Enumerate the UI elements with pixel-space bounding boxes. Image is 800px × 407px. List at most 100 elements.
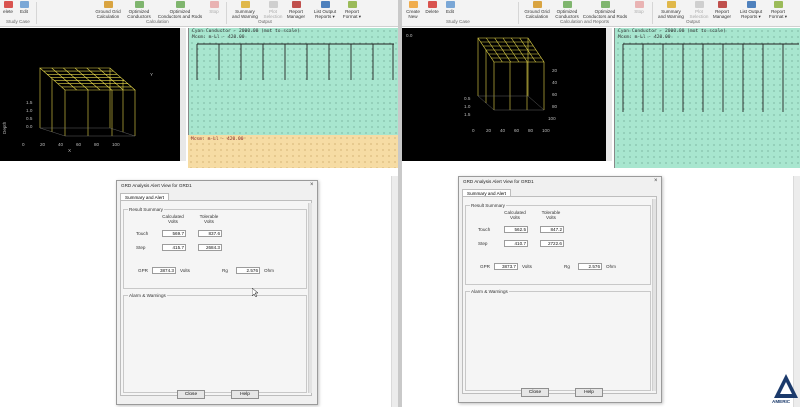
optimized-conductors-rods-button[interactable]: Optimized Conductors and Rods <box>580 1 630 19</box>
delete-button[interactable]: elete <box>0 1 16 14</box>
alarm-warnings-legend: Alarm & Warnings <box>470 289 509 294</box>
group-label-calculation: Calculation <box>146 19 169 24</box>
dialog-title: GRD Analysis Alert View for GRD1 <box>463 179 534 184</box>
gpr-value: 3873.7 <box>494 263 518 270</box>
close-button[interactable]: Close <box>521 388 549 397</box>
depth-axis-label: Depth <box>2 121 7 134</box>
group-label-study-case: Study Case <box>446 19 470 24</box>
grid-3d-plot: 0.0 0.5 1.0 1.5 20 40 60 80 100 0 20 40 … <box>406 33 558 133</box>
x-tick: 100 <box>112 142 120 147</box>
touch-calculated-value: 562.5 <box>504 226 528 233</box>
report-manager-button[interactable]: Report Manager <box>284 1 308 19</box>
rg-label: Rg <box>222 268 228 273</box>
plan-lower-header: Mcsm: m-Ll - 420.00 <box>191 137 244 142</box>
ground-grid-calculation-button[interactable]: Ground Grid Calculation <box>520 1 554 19</box>
y-tick: 20 <box>552 68 558 73</box>
touch-tolerable-value: 847.2 <box>540 226 564 233</box>
view3d-scrollbar[interactable] <box>606 28 612 161</box>
step-calculated-value: 410.7 <box>504 240 528 247</box>
y-tick: 100 <box>548 116 556 121</box>
group-label-output: Output <box>258 19 272 24</box>
grid-calculation-icon <box>103 1 113 8</box>
report-manager-button[interactable]: Report Manager <box>710 1 734 19</box>
z-tick: 1.0 <box>26 108 33 113</box>
create-new-button[interactable]: Create New <box>403 1 423 19</box>
group-label-calculation: Calculation and Reports <box>560 19 610 24</box>
tolerable-volts-header: Tolerable Volts <box>541 210 561 220</box>
alert-view-dialog: GRD Analysis Alert View for GRD1 × Summa… <box>116 180 318 405</box>
report-format-button[interactable]: Report Format ▾ <box>340 1 364 19</box>
list-output-reports-button[interactable]: List Output Reports ▾ <box>736 1 766 19</box>
touch-tolerable-value: 837.6 <box>198 230 222 237</box>
optimized-conductors-button[interactable]: Optimized Conductors <box>554 1 580 19</box>
x-tick: 40 <box>58 142 64 147</box>
z-tick: 0.5 <box>26 116 33 121</box>
alert-view-dialog: GRD Analysis Alert View for GRD1 × Summa… <box>458 176 662 403</box>
close-icon[interactable]: × <box>654 178 658 184</box>
step-tolerable-value: 2722.6 <box>540 240 564 247</box>
tab-content: Result Summary Calculated Volts Tolerabl… <box>462 196 657 394</box>
view3d-scrollbar[interactable] <box>180 28 186 161</box>
ribbon-toolbar: elete Edit Study Case Ground Grid Calcul… <box>0 0 398 27</box>
report-format-button[interactable]: Report Format ▾ <box>766 1 790 19</box>
tolerable-volts-header: Tolerable Volts <box>199 214 219 224</box>
grid-plan-view[interactable]: Cyan Conductor - 2000.00 (mot to scale) … <box>614 28 800 168</box>
edit-icon <box>445 1 455 8</box>
help-button[interactable]: Help <box>231 390 259 399</box>
summary-warning-button[interactable]: Summary and Warning <box>654 1 688 19</box>
summary-warning-button[interactable]: Summary and Warning <box>228 1 262 19</box>
edit-button[interactable]: Edit <box>442 1 458 14</box>
right-application-window: Create New Delete Edit Study Case Ground… <box>402 0 800 407</box>
delete-button[interactable]: Delete <box>423 1 441 14</box>
plan-conductors <box>622 43 799 112</box>
stop-button[interactable]: Stop <box>205 1 223 14</box>
left-application-window: elete Edit Study Case Ground Grid Calcul… <box>0 0 398 407</box>
optimize-icon <box>562 1 572 8</box>
x-tick: 80 <box>528 128 534 133</box>
grid-3d-view[interactable]: 0.0 0.5 1.0 1.5 20 40 60 80 100 0 20 40 … <box>402 28 606 161</box>
grid-plan-view[interactable]: Cyan Conductor - 2000.00 (mot to scale) … <box>188 28 398 135</box>
plot-selection-button[interactable]: Plot Selection <box>688 1 710 19</box>
grid-calculation-icon <box>532 1 542 8</box>
grid-3d-view[interactable]: Depth X X Y 0.0 0.5 1.0 1.5 0 20 40 60 8… <box>0 28 180 177</box>
list-output-icon <box>320 1 330 8</box>
alarm-warnings-group: Alarm & Warnings <box>123 293 307 393</box>
x-axis-title: X <box>68 148 71 153</box>
edit-button[interactable]: Edit <box>16 1 32 14</box>
close-button[interactable]: Close <box>177 390 205 399</box>
report-manager-icon <box>717 1 727 8</box>
list-output-reports-button[interactable]: List Output Reports ▾ <box>310 1 340 19</box>
rg-unit: Ohm <box>264 268 274 273</box>
optimized-conductors-button[interactable]: Optimized Conductors <box>126 1 152 19</box>
main-scrollbar[interactable] <box>391 176 398 407</box>
help-button[interactable]: Help <box>575 388 603 397</box>
company-logo: AMERIC <box>772 372 800 407</box>
ribbon-separator <box>652 2 653 24</box>
tab-scrollbar[interactable] <box>308 203 312 393</box>
alarm-warnings-group: Alarm & Warnings <box>465 289 651 391</box>
close-icon[interactable]: × <box>310 182 314 188</box>
report-manager-icon <box>291 1 301 8</box>
optimized-conductors-rods-button[interactable]: Optimized Conductors and Rods <box>154 1 206 19</box>
result-summary-legend: Result Summary <box>470 203 506 208</box>
rg-value: 2.576 <box>236 267 260 274</box>
x-tick: 0 <box>472 128 475 133</box>
tab-scrollbar[interactable] <box>652 199 656 391</box>
plot-selection-button[interactable]: Plot Selection <box>262 1 284 19</box>
logo-icon <box>774 374 798 398</box>
list-output-icon <box>746 1 756 8</box>
ground-grid-calculation-button[interactable]: Ground Grid Calculation <box>90 1 126 19</box>
result-summary-group: Result Summary Calculated Volts Tolerabl… <box>123 207 307 289</box>
gpr-value: 3874.3 <box>152 267 176 274</box>
grid-plan-view-lower[interactable]: Mcsm: m-Ll - 420.00 <box>188 135 398 168</box>
report-format-icon <box>347 1 357 8</box>
x-tick: 20 <box>486 128 492 133</box>
alarm-warnings-legend: Alarm & Warnings <box>128 293 167 298</box>
touch-label: Touch <box>136 231 149 236</box>
result-summary-group: Result Summary Calculated Volts Tolerabl… <box>465 203 651 285</box>
stop-button[interactable]: Stop <box>630 1 648 14</box>
corner-tick: 0.0 <box>406 33 413 38</box>
z-tick: 0.0 <box>26 124 33 129</box>
x-tick: 60 <box>514 128 520 133</box>
step-label: Step <box>136 245 146 250</box>
